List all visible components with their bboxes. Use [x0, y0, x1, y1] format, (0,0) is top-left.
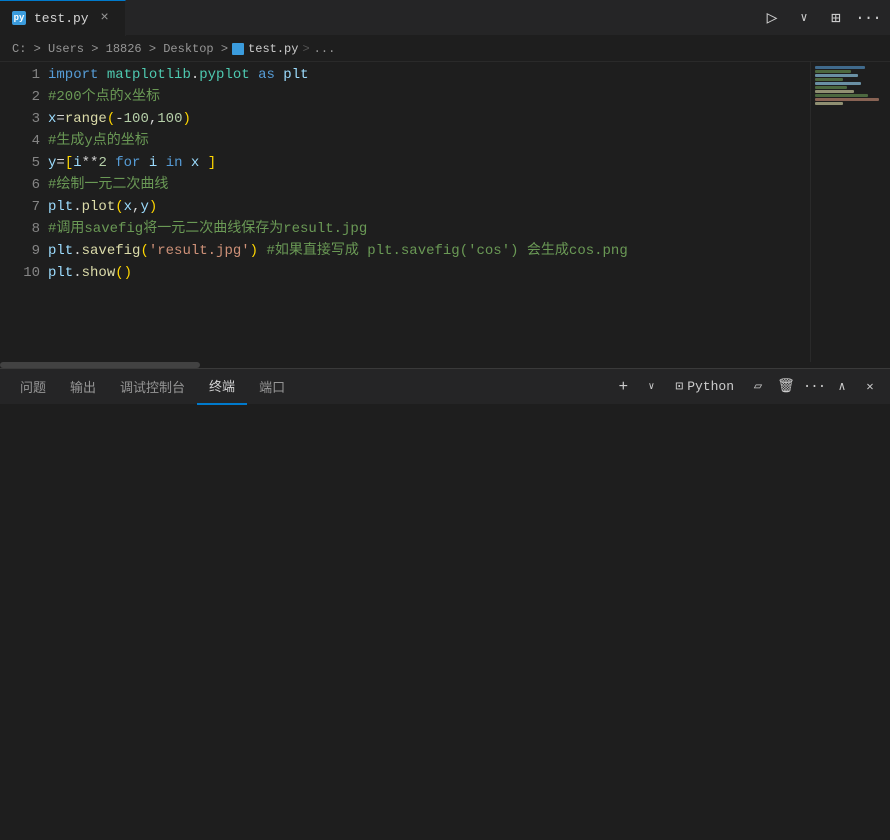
minimap — [810, 62, 890, 362]
code-editor[interactable]: import matplotlib.pyplot as plt #200个点的x… — [48, 62, 810, 362]
line-numbers: 1 2 3 4 5 6 7 8 9 10 — [0, 62, 48, 362]
editor-area: 1 2 3 4 5 6 7 8 9 10 import matplotlib.p… — [0, 62, 890, 362]
panel-tab-problems[interactable]: 问题 — [8, 369, 58, 405]
terminal-content[interactable] — [0, 405, 890, 421]
panel: 问题 输出 调试控制台 终端 端口 + ∨ ⊡ Python ▱ — [0, 368, 890, 421]
chevron-down-icon: ∨ — [800, 10, 807, 25]
panel-more-icon: ··· — [803, 379, 825, 395]
panel-tab-ports-label: 端口 — [259, 377, 285, 396]
line-number: 1 — [0, 64, 40, 86]
line-number: 2 — [0, 86, 40, 108]
panel-tab-bar: 问题 输出 调试控制台 终端 端口 + ∨ ⊡ Python ▱ — [0, 369, 890, 405]
line-number: 9 — [0, 240, 40, 262]
panel-tab-output-label: 输出 — [70, 377, 96, 396]
code-line-9: plt.savefig('result.jpg') #如果直接写成 plt.sa… — [48, 240, 810, 262]
code-line-4: #生成y点的坐标 — [48, 130, 810, 152]
line-number: 4 — [0, 130, 40, 152]
line-number: 10 — [0, 262, 40, 284]
tab-bar-actions: ∨ — [758, 4, 890, 32]
breadcrumb-more: ... — [314, 42, 336, 56]
panel-close-button[interactable]: ✕ — [858, 375, 882, 399]
panel-tab-terminal[interactable]: 终端 — [197, 369, 247, 405]
line-number: 3 — [0, 108, 40, 130]
panel-tab-problems-label: 问题 — [20, 377, 46, 396]
new-terminal-dropdown[interactable]: ∨ — [639, 375, 663, 399]
file-tab-label: test.py — [34, 11, 89, 26]
breadcrumb-sep: > — [302, 42, 309, 56]
kill-terminal-button[interactable]: 🗑 — [774, 375, 798, 399]
panel-maximize-button[interactable]: ∧ — [830, 375, 854, 399]
breadcrumb: C: > Users > 18826 > Desktop > test.py >… — [0, 36, 890, 62]
more-icon — [855, 9, 881, 27]
tab-close-button[interactable]: × — [97, 10, 113, 26]
code-line-7: plt.plot(x,y) — [48, 196, 810, 218]
panel-tab-ports[interactable]: 端口 — [247, 369, 297, 405]
code-line-3: x=range(-100,100) — [48, 108, 810, 130]
line-number: 6 — [0, 174, 40, 196]
split-terminal-icon: ▱ — [754, 378, 762, 395]
line-number: 5 — [0, 152, 40, 174]
breadcrumb-path: C: > Users > 18826 > Desktop > — [12, 42, 228, 56]
breadcrumb-file-icon — [232, 43, 244, 55]
terminal-icon: ⊡ — [675, 379, 683, 394]
file-tab-icon: py — [12, 11, 26, 25]
code-line-2: #200个点的x坐标 — [48, 86, 810, 108]
line-number: 7 — [0, 196, 40, 218]
run-dropdown-button[interactable]: ∨ — [790, 4, 818, 32]
code-line-8: #调用savefig将一元二次曲线保存为result.jpg — [48, 218, 810, 240]
code-line-1: import matplotlib.pyplot as plt — [48, 64, 810, 86]
file-tab[interactable]: py test.py × — [0, 0, 126, 36]
python-badge: ⊡ Python — [667, 379, 742, 394]
close-icon: ✕ — [866, 379, 873, 394]
trash-icon: 🗑 — [777, 378, 795, 395]
python-label: Python — [687, 379, 734, 394]
split-icon — [831, 8, 841, 28]
split-terminal-button[interactable]: ▱ — [746, 375, 770, 399]
code-line-10: plt.show() — [48, 262, 810, 284]
panel-tab-debug-label: 调试控制台 — [120, 377, 185, 396]
plus-icon: + — [619, 378, 629, 396]
breadcrumb-file-label: test.py — [248, 42, 298, 56]
code-line-5: y=[i**2 for i in x ] — [48, 152, 810, 174]
more-actions-button[interactable] — [854, 4, 882, 32]
code-line-6: #绘制一元二次曲线 — [48, 174, 810, 196]
chevron-down-small-icon: ∨ — [648, 381, 654, 393]
panel-tab-terminal-label: 终端 — [209, 376, 235, 395]
run-button[interactable] — [758, 4, 786, 32]
line-number: 8 — [0, 218, 40, 240]
new-terminal-button[interactable]: + — [611, 375, 635, 399]
run-icon — [767, 7, 778, 29]
panel-tab-output[interactable]: 输出 — [58, 369, 108, 405]
panel-more-button[interactable]: ··· — [802, 375, 826, 399]
panel-tab-actions: + ∨ ⊡ Python ▱ 🗑 ··· ∧ ✕ — [611, 375, 882, 399]
maximize-icon: ∧ — [838, 379, 845, 394]
tab-bar: py test.py × ∨ — [0, 0, 890, 36]
split-editor-button[interactable] — [822, 4, 850, 32]
panel-tab-debug[interactable]: 调试控制台 — [108, 369, 197, 405]
